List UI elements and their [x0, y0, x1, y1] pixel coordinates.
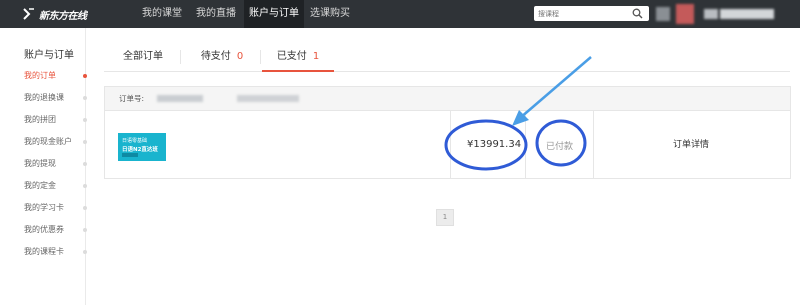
sidebar-item-refunds[interactable]: 我的退换课	[24, 91, 87, 105]
sidebar-item-deposit[interactable]: 我的定金	[24, 179, 87, 193]
dot-icon	[83, 140, 87, 144]
thumbnail-title: 日语N2直达班	[122, 147, 158, 153]
nav-my-live[interactable]: 我的直播	[190, 0, 242, 28]
payment-status: 已付款	[546, 142, 574, 152]
sidebar-item-my-orders[interactable]: 我的订单	[24, 69, 87, 83]
order-card: 订单号: 日语零基础 日语N2直达班 ¥13991.34 已付款 订单详情	[104, 86, 791, 179]
sidebar-item-label: 我的提现	[24, 159, 56, 168]
dot-icon	[83, 228, 87, 232]
sidebar: 账户与订单 我的订单 我的退换课 我的拼团 我的现金账户 我的提现 我的定金 我…	[0, 28, 87, 305]
nav-my-classroom[interactable]: 我的课堂	[136, 0, 188, 28]
sidebar-item-label: 我的拼团	[24, 115, 56, 124]
site-logo[interactable]: 新东方在线	[22, 6, 87, 22]
order-tabs: 全部订单 待支付 0 已支付 1	[104, 42, 790, 72]
sidebar-item-cash-account[interactable]: 我的现金账户	[24, 135, 87, 149]
column-divider	[593, 111, 594, 178]
account-info-blurred	[720, 9, 774, 19]
dot-icon	[83, 96, 87, 100]
sidebar-item-withdraw[interactable]: 我的提现	[24, 157, 87, 171]
search-input[interactable]	[538, 7, 630, 20]
tab-divider	[180, 50, 181, 64]
logo-icon	[23, 8, 34, 20]
column-divider	[450, 111, 451, 178]
sidebar-item-label: 我的现金账户	[24, 137, 72, 146]
logo-text: 新东方在线	[39, 10, 87, 22]
search-box	[534, 6, 649, 21]
nav-account-orders[interactable]: 账户与订单	[244, 0, 304, 28]
tab-label: 已支付	[276, 51, 307, 62]
tab-divider	[260, 50, 261, 64]
dot-icon	[83, 206, 87, 210]
order-number-label: 订单号:	[119, 94, 145, 103]
sidebar-item-group-buy[interactable]: 我的拼团	[24, 113, 87, 127]
order-detail-link[interactable]: 订单详情	[673, 137, 709, 150]
sidebar-title: 账户与订单	[24, 50, 74, 61]
tab-paid[interactable]: 已支付 1	[262, 42, 334, 72]
tab-count-badge: 0	[236, 51, 244, 62]
course-thumbnail[interactable]: 日语零基础 日语N2直达班	[118, 133, 166, 161]
dot-icon	[83, 118, 87, 122]
search-icon[interactable]	[632, 8, 643, 19]
top-navigation-bar: 新东方在线 我的课堂 我的直播 账户与订单 选课购买	[0, 0, 800, 28]
active-dot-icon	[83, 74, 87, 78]
sidebar-item-label: 我的优惠券	[24, 225, 64, 234]
pagination-page-button[interactable]: 1	[436, 209, 454, 226]
thumbnail-text: 日语零基础	[122, 138, 148, 144]
sidebar-item-label: 我的退换课	[24, 93, 64, 102]
dot-icon	[83, 162, 87, 166]
sidebar-item-coupons[interactable]: 我的优惠券	[24, 223, 87, 237]
tab-pending-payment[interactable]: 待支付 0	[188, 42, 256, 72]
order-row: 日语零基础 日语N2直达班 ¥13991.34 已付款 订单详情	[105, 111, 790, 178]
tab-label: 全部订单	[123, 51, 163, 62]
sidebar-item-label: 我的学习卡	[24, 203, 64, 212]
nav-course-purchase[interactable]: 选课购买	[304, 0, 356, 28]
sidebar-item-label: 我的订单	[24, 71, 56, 80]
dot-icon	[83, 184, 87, 188]
order-number-blurred	[157, 95, 203, 102]
username-blurred[interactable]	[704, 9, 718, 19]
dot-icon	[83, 250, 87, 254]
tab-all-orders[interactable]: 全部订单	[112, 42, 174, 72]
order-price: ¥13991.34	[467, 139, 522, 150]
menu-icon[interactable]	[655, 6, 671, 22]
tab-count-badge: 1	[312, 51, 320, 62]
column-divider	[525, 111, 526, 178]
thumbnail-badge	[122, 153, 138, 157]
sidebar-item-study-card[interactable]: 我的学习卡	[24, 201, 87, 215]
sidebar-item-label: 我的课程卡	[24, 247, 64, 256]
order-header: 订单号:	[105, 87, 790, 111]
order-date-blurred	[237, 95, 299, 102]
sidebar-item-label: 我的定金	[24, 181, 56, 190]
sidebar-item-course-card[interactable]: 我的课程卡	[24, 245, 87, 259]
avatar[interactable]	[676, 4, 694, 24]
tab-label: 待支付	[200, 51, 231, 62]
